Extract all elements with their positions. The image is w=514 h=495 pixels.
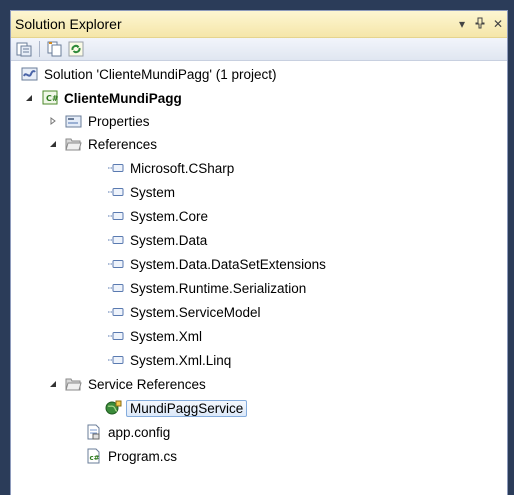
references-label: References: [88, 136, 158, 152]
service-reference-icon: [105, 400, 122, 416]
app-config-label: app.config: [108, 424, 171, 440]
reference-item[interactable]: System.Runtime.Serialization: [107, 277, 308, 299]
assembly-reference-icon: [107, 328, 124, 344]
config-file-icon: [85, 424, 102, 440]
reference-label: System.Core: [130, 208, 209, 224]
folder-open-icon: [65, 136, 82, 152]
collapse-arrow-icon[interactable]: [47, 138, 59, 150]
reference-item[interactable]: System.Xml: [107, 325, 204, 347]
svg-text:C#: C#: [46, 94, 58, 103]
reference-label: System.Data.DataSetExtensions: [130, 256, 326, 272]
assembly-reference-icon: [107, 184, 124, 200]
tree-node-service-reference[interactable]: MundiPaggService: [105, 397, 248, 419]
reference-label: System.ServiceModel: [130, 304, 261, 320]
collapse-arrow-icon[interactable]: [23, 92, 35, 104]
tree-node-service-references[interactable]: Service References: [47, 373, 208, 395]
pin-icon[interactable]: [471, 17, 489, 32]
program-cs-label: Program.cs: [108, 448, 178, 464]
window-position-dropdown-icon[interactable]: ▾: [453, 17, 471, 31]
collapse-arrow-icon[interactable]: [47, 378, 59, 390]
properties-label: Properties: [88, 113, 150, 129]
tree-node-app-config[interactable]: app.config: [85, 421, 172, 443]
assembly-reference-icon: [107, 232, 124, 248]
reference-item[interactable]: System.Data.DataSetExtensions: [107, 253, 328, 275]
title-bar: Solution Explorer ▾ ✕: [11, 11, 507, 38]
solution-explorer-window: Solution Explorer ▾ ✕ Solution 'ClienteM…: [10, 10, 508, 495]
tree-node-references[interactable]: References: [47, 133, 159, 155]
reference-label: System.Xml.Linq: [130, 352, 232, 368]
tree-node-project[interactable]: C# ClienteMundiPagg: [23, 87, 184, 109]
assembly-reference-icon: [107, 280, 124, 296]
properties-folder-icon: [65, 113, 82, 129]
solution-label: Solution 'ClienteMundiPagg' (1 project): [44, 66, 277, 82]
csharp-file-icon: c#: [85, 448, 102, 464]
reference-item[interactable]: System.Xml.Linq: [107, 349, 233, 371]
service-references-label: Service References: [88, 376, 206, 392]
show-all-files-icon[interactable]: [46, 40, 64, 58]
assembly-reference-icon: [107, 160, 124, 176]
tree-node-program-cs[interactable]: c# Program.cs: [85, 445, 179, 467]
tree-node-properties[interactable]: Properties: [47, 110, 152, 132]
toolbar: [11, 38, 507, 61]
assembly-reference-icon: [107, 304, 124, 320]
close-icon[interactable]: ✕: [489, 17, 507, 31]
reference-item[interactable]: System.ServiceModel: [107, 301, 263, 323]
reference-label: System.Runtime.Serialization: [130, 280, 307, 296]
reference-label: System.Xml: [130, 328, 203, 344]
reference-item[interactable]: System.Core: [107, 205, 210, 227]
expand-arrow-icon[interactable]: [47, 115, 59, 127]
svg-text:c#: c#: [90, 454, 100, 462]
toolbar-separator: [39, 41, 40, 57]
reference-label: System: [130, 184, 176, 200]
reference-item[interactable]: System: [107, 181, 177, 203]
assembly-reference-icon: [107, 256, 124, 272]
csharp-project-icon: C#: [41, 90, 58, 106]
assembly-reference-icon: [107, 208, 124, 224]
reference-label: Microsoft.CSharp: [130, 160, 235, 176]
reference-item[interactable]: System.Data: [107, 229, 209, 251]
reference-item[interactable]: Microsoft.CSharp: [107, 157, 236, 179]
folder-open-icon: [65, 376, 82, 392]
window-title: Solution Explorer: [15, 16, 122, 32]
refresh-icon[interactable]: [67, 40, 85, 58]
project-label: ClienteMundiPagg: [64, 90, 182, 106]
tree-node-solution[interactable]: Solution 'ClienteMundiPagg' (1 project): [21, 63, 279, 85]
assembly-reference-icon: [107, 352, 124, 368]
service-reference-label: MundiPaggService: [126, 399, 248, 417]
reference-label: System.Data: [130, 232, 208, 248]
properties-icon[interactable]: [15, 40, 33, 58]
solution-icon: [21, 66, 38, 82]
